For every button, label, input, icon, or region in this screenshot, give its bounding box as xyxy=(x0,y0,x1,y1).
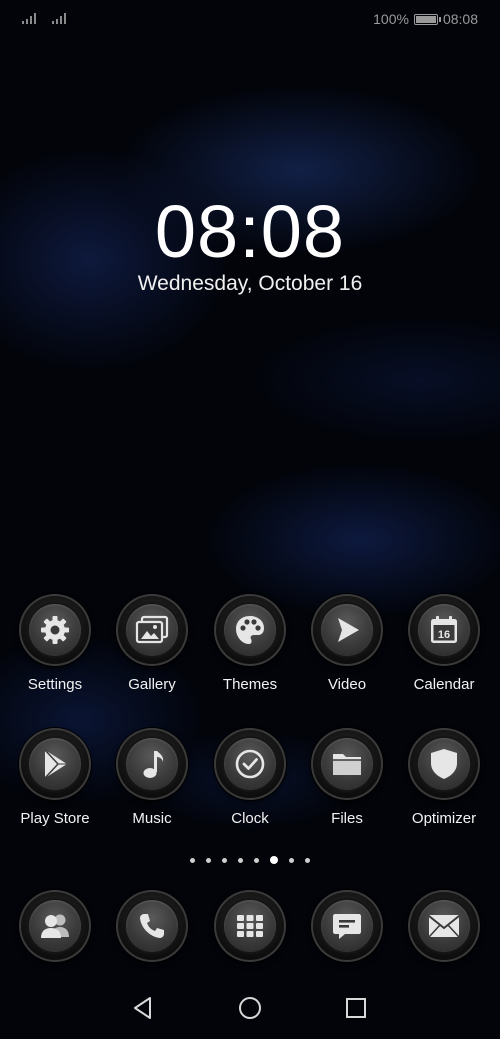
status-bar: 100% 08:08 xyxy=(0,0,500,38)
clock-widget-date[interactable]: Wednesday, October 16 xyxy=(0,272,500,296)
app-label: Clock xyxy=(231,810,269,827)
app-icon[interactable] xyxy=(116,728,188,800)
app-icon[interactable] xyxy=(408,890,480,962)
palette-icon xyxy=(236,616,264,644)
page-indicator[interactable] xyxy=(0,856,500,864)
page-dot[interactable] xyxy=(206,857,211,863)
app-icon[interactable] xyxy=(19,728,91,800)
app-label: Music xyxy=(132,810,172,827)
app-label: Play Store xyxy=(20,810,90,827)
calendar-icon: 16 xyxy=(431,616,457,643)
dock-mail[interactable] xyxy=(396,890,492,962)
app-icon[interactable] xyxy=(19,594,91,666)
app-icon[interactable] xyxy=(214,594,286,666)
page-dot[interactable] xyxy=(289,857,294,863)
app-label: Gallery xyxy=(128,676,176,693)
app-label: Files xyxy=(331,810,363,827)
app-label: Themes xyxy=(222,676,278,693)
home-icon xyxy=(239,997,261,1019)
app-video[interactable]: Video xyxy=(299,594,395,693)
app-drawer-icon xyxy=(237,915,263,937)
page-dot-active[interactable] xyxy=(270,856,278,864)
app-icon[interactable] xyxy=(311,890,383,962)
clock-check-icon xyxy=(235,749,265,779)
shield-icon xyxy=(431,749,457,779)
app-music[interactable]: Music xyxy=(104,728,200,827)
navigation-bar xyxy=(0,985,500,1035)
status-time: 08:08 xyxy=(442,11,478,27)
battery-percent: 100% xyxy=(373,11,409,27)
recents-icon xyxy=(346,998,366,1018)
app-icon[interactable] xyxy=(116,594,188,666)
app-optimizer[interactable]: Optimizer xyxy=(396,728,492,827)
phone-icon xyxy=(140,914,164,938)
app-files[interactable]: Files xyxy=(299,728,395,827)
mail-icon xyxy=(428,915,460,938)
messages-icon xyxy=(333,914,361,939)
app-themes[interactable]: Themes xyxy=(202,594,298,693)
gear-icon xyxy=(41,616,69,644)
app-calendar[interactable]: 16 Calendar xyxy=(396,594,492,693)
folder-icon xyxy=(333,754,361,775)
recents-button[interactable] xyxy=(343,995,369,1026)
contacts-icon xyxy=(41,914,69,938)
dock-phone[interactable] xyxy=(104,890,200,962)
page-dot[interactable] xyxy=(238,857,243,863)
app-label: Calendar xyxy=(413,676,475,693)
back-button[interactable] xyxy=(130,995,156,1026)
gallery-icon xyxy=(135,615,169,644)
dock-contacts[interactable] xyxy=(7,890,103,962)
dock-messages[interactable] xyxy=(299,890,395,962)
home-button[interactable] xyxy=(237,995,263,1026)
app-clock[interactable]: Clock xyxy=(202,728,298,827)
app-icon[interactable] xyxy=(116,890,188,962)
app-settings[interactable]: Settings xyxy=(7,594,103,693)
signal-icon xyxy=(22,12,36,24)
app-play-store[interactable]: Play Store xyxy=(7,728,103,827)
app-icon[interactable] xyxy=(311,594,383,666)
app-label: Optimizer xyxy=(411,810,477,827)
battery-icon xyxy=(413,13,441,25)
back-icon xyxy=(134,997,151,1019)
page-dot[interactable] xyxy=(190,857,195,863)
page-dot[interactable] xyxy=(305,857,310,863)
page-dot[interactable] xyxy=(222,857,227,863)
app-label: Settings xyxy=(27,676,83,693)
app-icon[interactable] xyxy=(19,890,91,962)
app-label: Video xyxy=(327,676,367,693)
play-store-icon xyxy=(44,749,67,779)
home-screen: 100% 08:08 08:08 Wednesday, October 16 S… xyxy=(0,0,500,1039)
signal-icon xyxy=(52,12,66,24)
app-icon[interactable] xyxy=(214,890,286,962)
app-gallery[interactable]: Gallery xyxy=(104,594,200,693)
music-note-icon xyxy=(143,751,164,778)
page-dot[interactable] xyxy=(254,857,259,863)
dock-app-drawer[interactable] xyxy=(202,890,298,962)
app-icon[interactable] xyxy=(408,728,480,800)
status-right: 100% 08:08 xyxy=(373,11,478,27)
app-icon[interactable] xyxy=(311,728,383,800)
app-icon[interactable] xyxy=(214,728,286,800)
clock-widget-time[interactable]: 08:08 xyxy=(0,192,500,272)
calendar-day: 16 xyxy=(438,629,450,641)
play-icon xyxy=(338,618,359,642)
app-icon[interactable]: 16 xyxy=(408,594,480,666)
